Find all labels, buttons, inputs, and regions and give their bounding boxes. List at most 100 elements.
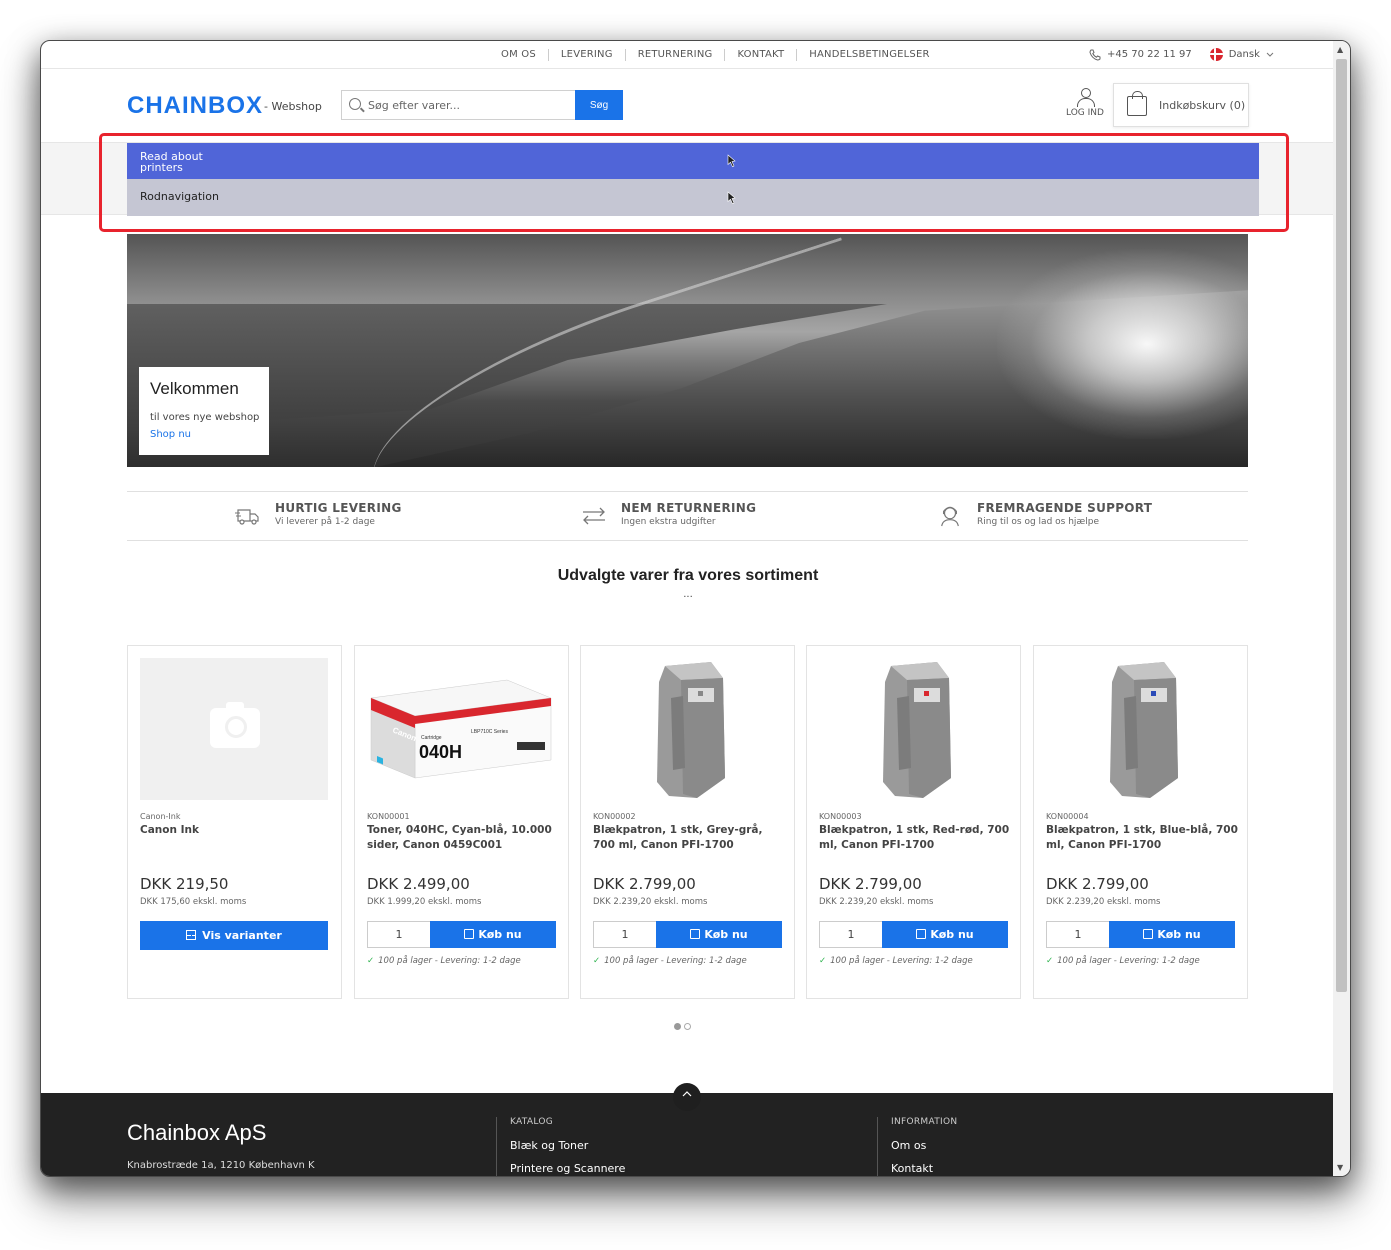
check-icon: ✓ [593, 956, 601, 966]
chevron-up-icon [682, 1091, 692, 1097]
search-input[interactable] [368, 95, 568, 115]
hero-banner[interactable]: Velkommen til vores nye webshop Shop nu [127, 234, 1248, 467]
quantity-input[interactable]: 1 [819, 921, 883, 948]
bag-icon [916, 929, 927, 939]
hero-sun [997, 249, 1248, 439]
vertical-scrollbar[interactable]: ▲ ▼ [1333, 41, 1350, 1176]
product-price: DKK 2.799,00 [1046, 875, 1149, 893]
featured-title: Udvalgte varer fra vores sortiment [557, 567, 819, 584]
check-icon: ✓ [367, 956, 375, 966]
product-price: DKK 2.799,00 [819, 875, 922, 893]
product-card[interactable]: KON00004 Blækpatron, 1 stk, Blue-blå, 70… [1033, 645, 1248, 999]
footer-link-about[interactable]: Om os [891, 1139, 957, 1152]
stock-text: 100 på lager - Levering: 1-2 dage [604, 956, 747, 966]
search-icon [349, 98, 361, 110]
product-sku: Canon-Ink [140, 812, 181, 821]
usp-subtitle: Ring til os og lad os hjælpe [977, 517, 1099, 527]
back-to-top-button[interactable] [673, 1083, 701, 1111]
quantity-input[interactable]: 1 [593, 921, 657, 948]
top-nav-contact[interactable]: KONTAKT [725, 49, 798, 61]
quantity-input[interactable]: 1 [1046, 921, 1110, 948]
product-price-ex-vat: DKK 1.999,20 ekskl. moms [367, 897, 482, 907]
footer-catalog-heading: KATALOG [510, 1117, 554, 1127]
cart-label: Indkøbskurv (0) [1159, 99, 1246, 112]
product-card[interactable]: KON00002 Blækpatron, 1 stk, Grey-grå, 70… [580, 645, 795, 999]
product-name[interactable]: Toner, 040HC, Cyan-blå, 10.000 sider, Ca… [367, 823, 559, 853]
product-sku: KON00002 [593, 812, 636, 821]
top-bar: OM OS LEVERING RETURNERING KONTAKT HANDE… [41, 41, 1335, 69]
stock-text: 100 på lager - Levering: 1-2 dage [378, 956, 521, 966]
usp-delivery: HURTIG LEVERING Vi leverer på 1-2 dage [235, 501, 402, 527]
usp-title: FREMRAGENDE SUPPORT [977, 501, 1153, 515]
ink-cartridge-image [657, 662, 725, 798]
footer-information: INFORMATION Om os Kontakt [877, 1117, 957, 1176]
shop-now-link[interactable]: Shop nu [150, 429, 191, 440]
usp-title: HURTIG LEVERING [275, 501, 402, 515]
product-image-placeholder[interactable] [140, 658, 328, 800]
denmark-flag-icon [1209, 48, 1223, 61]
user-icon [1076, 88, 1095, 107]
stock-status: ✓ 100 på lager - Levering: 1-2 dage [819, 956, 973, 966]
bag-icon [464, 929, 475, 939]
scroll-up-arrow-icon[interactable]: ▲ [1337, 45, 1343, 54]
show-variants-button[interactable]: Vis varianter [140, 921, 328, 950]
usp-subtitle: Vi leverer på 1-2 dage [275, 517, 375, 527]
stock-text: 100 på lager - Levering: 1-2 dage [1057, 956, 1200, 966]
product-card[interactable]: Canon-Ink Canon Ink DKK 219,50 DKK 175,6… [127, 645, 342, 999]
usp-title: NEM RETURNERING [621, 501, 757, 515]
usp-support: FREMRAGENDE SUPPORT Ring til os og lad o… [941, 501, 1153, 527]
cart-button[interactable]: Indkøbskurv (0) [1113, 83, 1249, 127]
top-nav-about[interactable]: OM OS [489, 49, 549, 61]
support-headset-icon [941, 506, 959, 527]
search-box: Søg [341, 90, 623, 120]
carousel-dot-1[interactable] [674, 1023, 681, 1030]
product-sku: KON00001 [367, 812, 410, 821]
footer-link-printers[interactable]: Printere og Scannere [510, 1162, 625, 1175]
product-card[interactable]: Canon Cartridge 040H LBP710C Series KON0… [354, 645, 569, 999]
buy-now-button[interactable]: Køb nu [430, 921, 556, 948]
toner-series: LBP710C Series [471, 729, 508, 735]
footer-link-ink-toner[interactable]: Blæk og Toner [510, 1139, 625, 1152]
search-button[interactable]: Søg [575, 90, 623, 120]
product-sku: KON00004 [1046, 812, 1089, 821]
buy-now-button[interactable]: Køb nu [656, 921, 782, 948]
stock-status: ✓ 100 på lager - Levering: 1-2 dage [367, 956, 521, 966]
top-nav-terms[interactable]: HANDELSBETINGELSER [797, 49, 941, 61]
product-name[interactable]: Blækpatron, 1 stk, Grey-grå, 700 ml, Can… [593, 823, 785, 853]
product-image[interactable] [1046, 658, 1234, 800]
language-selector[interactable]: Dansk [1229, 49, 1260, 60]
phone-number[interactable]: +45 70 22 11 97 [1107, 49, 1192, 60]
stock-text: 100 på lager - Levering: 1-2 dage [830, 956, 973, 966]
buy-now-button[interactable]: Køb nu [1109, 921, 1235, 948]
stock-status: ✓ 100 på lager - Levering: 1-2 dage [593, 956, 747, 966]
product-image[interactable] [819, 658, 1007, 800]
product-name[interactable]: Canon Ink [140, 823, 332, 838]
carousel-dot-2[interactable] [684, 1023, 691, 1030]
footer-address: Knabrostræde 1a, 1210 København K [127, 1160, 315, 1171]
scrollbar-thumb[interactable] [1336, 59, 1347, 992]
buy-now-label: Køb nu [1157, 928, 1201, 941]
login-button[interactable]: LOG IND [1065, 88, 1105, 118]
chevron-down-icon[interactable] [1266, 52, 1274, 58]
top-nav-delivery[interactable]: LEVERING [549, 49, 626, 61]
footer-catalog: KATALOG Blæk og Toner Printere og Scanne… [496, 1117, 625, 1176]
product-image[interactable]: Canon Cartridge 040H LBP710C Series [367, 658, 555, 800]
top-nav-returns[interactable]: RETURNERING [626, 49, 726, 61]
logo[interactable]: CHAINBOX [127, 92, 263, 120]
product-name[interactable]: Blækpatron, 1 stk, Blue-blå, 700 ml, Can… [1046, 823, 1238, 853]
buy-now-button[interactable]: Køb nu [882, 921, 1008, 948]
highlight-box [99, 133, 1289, 232]
featured-divider: ... [683, 589, 693, 600]
quantity-input[interactable]: 1 [367, 921, 431, 948]
toner-cartridge-label: Cartridge [421, 735, 442, 741]
product-name[interactable]: Blækpatron, 1 stk, Red-rød, 700 ml, Cano… [819, 823, 1011, 853]
product-image[interactable] [593, 658, 781, 800]
buy-now-label: Køb nu [930, 928, 974, 941]
welcome-title: Velkommen [150, 379, 239, 398]
welcome-box: Velkommen til vores nye webshop Shop nu [139, 367, 269, 455]
product-price-ex-vat: DKK 2.239,20 ekskl. moms [593, 897, 708, 907]
scroll-down-arrow-icon[interactable]: ▼ [1337, 1163, 1343, 1172]
product-carousel: Canon-Ink Canon Ink DKK 219,50 DKK 175,6… [127, 645, 1248, 999]
product-card[interactable]: KON00003 Blækpatron, 1 stk, Red-rød, 700… [806, 645, 1021, 999]
footer-link-contact[interactable]: Kontakt [891, 1162, 957, 1175]
